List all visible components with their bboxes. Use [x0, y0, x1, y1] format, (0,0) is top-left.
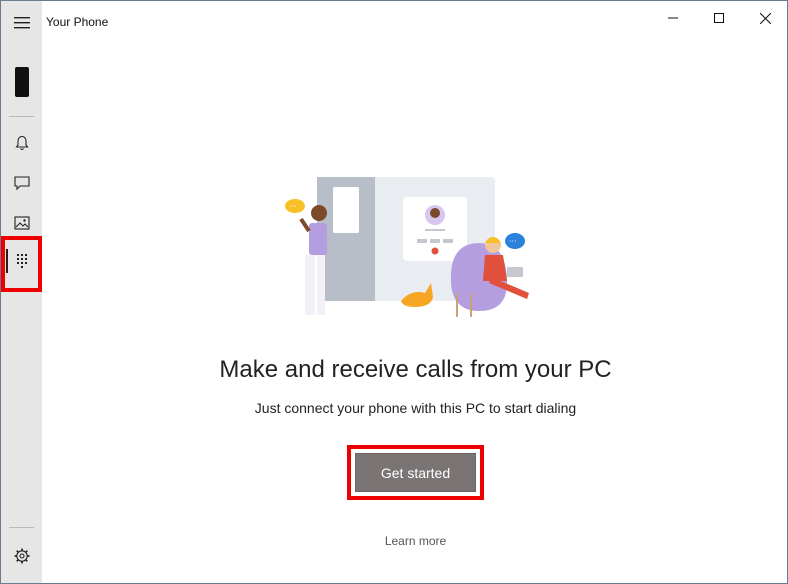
- page-headline: Make and receive calls from your PC: [219, 356, 612, 383]
- hamburger-menu-button[interactable]: [1, 3, 42, 43]
- sidebar-item-notifications[interactable]: [1, 123, 42, 163]
- close-icon: [759, 12, 771, 24]
- learn-more-link[interactable]: Learn more: [42, 534, 788, 548]
- message-icon: [13, 175, 30, 190]
- hamburger-icon: [13, 17, 30, 29]
- calls-illustration: ··· ···: [285, 177, 529, 317]
- close-button[interactable]: [742, 1, 788, 35]
- svg-text:···: ···: [509, 237, 517, 246]
- photos-icon: [13, 216, 30, 230]
- phone-button[interactable]: [1, 61, 42, 103]
- bell-icon: [14, 135, 29, 151]
- sidebar-item-photos[interactable]: [1, 203, 42, 243]
- dialpad-icon: [16, 254, 27, 268]
- app-window: Your Phone ··· ··· Make and receive call…: [0, 0, 788, 584]
- svg-text:···: ···: [289, 202, 297, 211]
- settings-button[interactable]: [1, 536, 42, 576]
- phone-icon: [14, 67, 29, 97]
- gear-icon: [14, 548, 29, 564]
- page-subline: Just connect your phone with this PC to …: [254, 400, 577, 416]
- maximize-icon: [714, 13, 724, 23]
- sidebar-separator: [9, 116, 34, 117]
- sidebar: [1, 1, 42, 583]
- sidebar-separator: [9, 527, 34, 528]
- maximize-button[interactable]: [696, 1, 742, 35]
- window-title: Your Phone: [46, 15, 109, 29]
- minimize-icon: [668, 17, 678, 19]
- minimize-button[interactable]: [650, 1, 696, 35]
- sidebar-item-messages[interactable]: [1, 163, 42, 203]
- sidebar-item-calls[interactable]: [1, 241, 42, 281]
- get-started-button[interactable]: Get started: [355, 453, 476, 492]
